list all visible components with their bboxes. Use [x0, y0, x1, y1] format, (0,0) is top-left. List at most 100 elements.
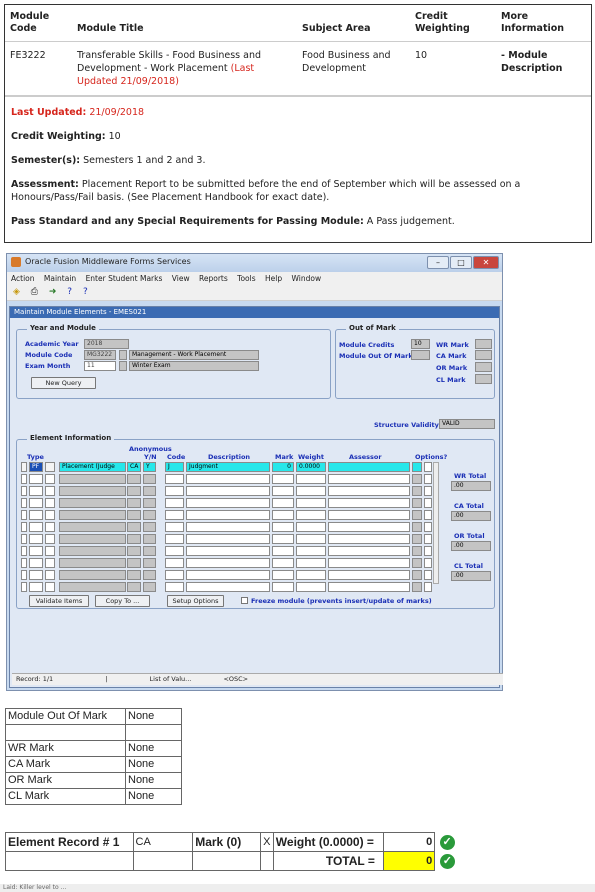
menu-window[interactable]: Window: [292, 274, 322, 283]
empty-row-field[interactable]: [272, 582, 294, 592]
empty-row-field[interactable]: [412, 510, 422, 520]
empty-row-field[interactable]: [165, 582, 184, 592]
empty-row-field[interactable]: [143, 522, 156, 532]
empty-row-field[interactable]: [143, 486, 156, 496]
menu-tools[interactable]: Tools: [237, 274, 255, 283]
empty-row-field[interactable]: [296, 546, 326, 556]
empty-row-field[interactable]: [29, 558, 43, 568]
menu-maintain[interactable]: Maintain: [44, 274, 76, 283]
empty-row-field[interactable]: [127, 498, 141, 508]
row1-description-field[interactable]: Judgment: [186, 462, 270, 472]
exam-month-lov-button[interactable]: [119, 361, 127, 371]
empty-row-field[interactable]: [328, 510, 410, 520]
empty-row-field[interactable]: [165, 534, 184, 544]
empty-row-field[interactable]: [127, 570, 141, 580]
empty-row-field[interactable]: [328, 570, 410, 580]
empty-row-field[interactable]: [412, 534, 422, 544]
empty-row-field[interactable]: [186, 522, 270, 532]
empty-row-field[interactable]: [165, 498, 184, 508]
empty-row-field[interactable]: [21, 582, 27, 592]
copy-to-button[interactable]: Copy To ...: [95, 595, 150, 607]
empty-row-field[interactable]: [21, 570, 27, 580]
empty-row-field[interactable]: [424, 522, 432, 532]
empty-row-field[interactable]: [29, 510, 43, 520]
empty-row-field[interactable]: [186, 498, 270, 508]
empty-row-field[interactable]: [143, 498, 156, 508]
freeze-module-checkbox[interactable]: [241, 597, 248, 604]
empty-row-field[interactable]: [296, 510, 326, 520]
rows-scrollbar[interactable]: [433, 462, 439, 584]
minimize-icon[interactable]: –: [427, 256, 449, 269]
empty-row-field[interactable]: [424, 534, 432, 544]
module-description-link[interactable]: - Module Description: [496, 42, 591, 96]
row1-type-field[interactable]: PF: [29, 462, 43, 472]
menu-view[interactable]: View: [172, 274, 190, 283]
row1-assessor-lov[interactable]: [412, 462, 422, 472]
validate-items-button[interactable]: Validate Items: [29, 595, 89, 607]
menu-reports[interactable]: Reports: [199, 274, 228, 283]
row1-name-field[interactable]: Placement (Judge: [59, 462, 126, 472]
empty-row-field[interactable]: [165, 546, 184, 556]
module-code-field[interactable]: MG3222: [84, 350, 116, 360]
empty-row-field[interactable]: [272, 474, 294, 484]
empty-row-field[interactable]: [424, 498, 432, 508]
row1-options-checkbox[interactable]: [424, 462, 432, 472]
empty-row-field[interactable]: [328, 522, 410, 532]
empty-row-field[interactable]: [21, 486, 27, 496]
empty-row-field[interactable]: [186, 570, 270, 580]
empty-row-field[interactable]: [29, 498, 43, 508]
empty-row-field[interactable]: [272, 534, 294, 544]
empty-row-field[interactable]: [45, 474, 55, 484]
empty-row-field[interactable]: [45, 582, 55, 592]
empty-row-field[interactable]: [296, 474, 326, 484]
empty-row-field[interactable]: [21, 558, 27, 568]
empty-row-field[interactable]: [143, 582, 156, 592]
empty-row-field[interactable]: [59, 486, 126, 496]
empty-row-field[interactable]: [296, 558, 326, 568]
empty-row-field[interactable]: [45, 486, 55, 496]
empty-row-field[interactable]: [21, 546, 27, 556]
empty-row-field[interactable]: [143, 558, 156, 568]
empty-row-field[interactable]: [59, 570, 126, 580]
empty-row-field[interactable]: [29, 546, 43, 556]
empty-row-field[interactable]: [412, 498, 422, 508]
empty-row-field[interactable]: [59, 534, 126, 544]
academic-year-select[interactable]: 2018: [84, 339, 129, 349]
empty-row-field[interactable]: [165, 558, 184, 568]
empty-row-field[interactable]: [59, 474, 126, 484]
empty-row-field[interactable]: [21, 510, 27, 520]
empty-row-field[interactable]: [29, 534, 43, 544]
row1-mark-field[interactable]: 0: [272, 462, 294, 472]
module-code-lov-button[interactable]: [119, 350, 127, 360]
empty-row-field[interactable]: [45, 534, 55, 544]
empty-row-field[interactable]: [328, 546, 410, 556]
empty-row-field[interactable]: [59, 546, 126, 556]
empty-row-field[interactable]: [59, 522, 126, 532]
empty-row-field[interactable]: [272, 486, 294, 496]
empty-row-field[interactable]: [29, 486, 43, 496]
row1-code-field[interactable]: J: [165, 462, 184, 472]
empty-row-field[interactable]: [45, 558, 55, 568]
empty-row-field[interactable]: [272, 498, 294, 508]
empty-row-field[interactable]: [127, 474, 141, 484]
empty-row-field[interactable]: [272, 546, 294, 556]
empty-row-field[interactable]: [186, 546, 270, 556]
empty-row-field[interactable]: [328, 558, 410, 568]
empty-row-field[interactable]: [186, 510, 270, 520]
empty-row-field[interactable]: [21, 474, 27, 484]
empty-row-field[interactable]: [186, 558, 270, 568]
empty-row-field[interactable]: [21, 534, 27, 544]
empty-row-field[interactable]: [165, 522, 184, 532]
empty-row-field[interactable]: [424, 582, 432, 592]
save-icon[interactable]: ◈: [13, 287, 20, 297]
context-help-icon[interactable]: ?: [83, 287, 88, 297]
empty-row-field[interactable]: [296, 570, 326, 580]
empty-row-field[interactable]: [424, 558, 432, 568]
maximize-icon[interactable]: □: [450, 256, 472, 269]
empty-row-field[interactable]: [296, 498, 326, 508]
empty-row-field[interactable]: [127, 558, 141, 568]
exam-month-field[interactable]: 11: [84, 361, 116, 371]
empty-row-field[interactable]: [412, 486, 422, 496]
empty-row-field[interactable]: [424, 486, 432, 496]
empty-row-field[interactable]: [45, 570, 55, 580]
